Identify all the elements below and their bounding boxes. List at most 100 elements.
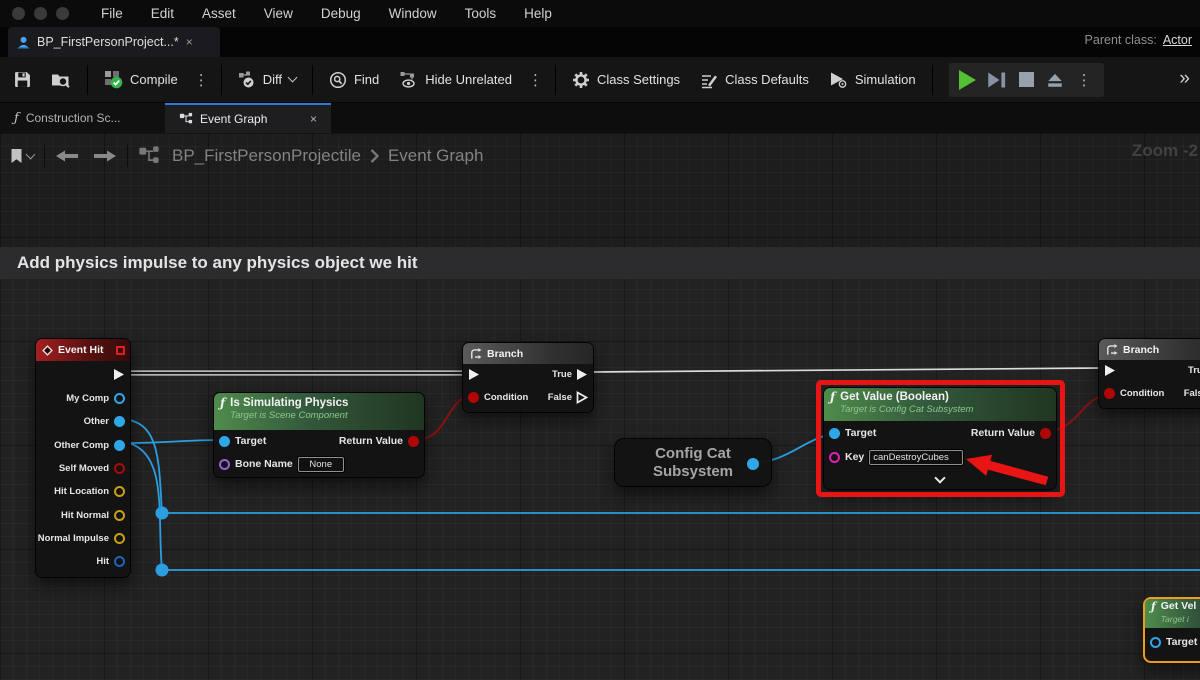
bookmark-dropdown-icon[interactable] (26, 149, 36, 159)
pin-label: True (1188, 365, 1200, 376)
node-config-cat-subsystem[interactable]: Config Cat Subsystem (614, 438, 772, 487)
exec-in-pin[interactable] (1104, 364, 1116, 377)
menu-debug[interactable]: Debug (307, 0, 375, 27)
node-is-simulating-physics[interactable]: ƒ Is Simulating Physics Target is Scene … (213, 392, 425, 478)
pin-target[interactable] (219, 436, 230, 447)
play-controls: ⋮ (949, 63, 1104, 97)
asset-tab-close-icon[interactable]: × (186, 35, 193, 49)
class-settings-label: Class Settings (597, 72, 680, 87)
diff-button[interactable]: Diff (228, 57, 306, 103)
browse-button[interactable] (41, 57, 81, 103)
pin-other-comp[interactable] (114, 440, 125, 451)
pin-self-moved[interactable] (114, 463, 125, 474)
exec-false-pin[interactable] (576, 391, 588, 404)
pin-bone-name[interactable] (219, 459, 230, 470)
node-event-hit[interactable]: Event Hit My Comp Other Other Comp Self … (35, 338, 131, 578)
breadcrumb-separator-icon (369, 147, 380, 165)
pin-condition[interactable] (468, 392, 479, 403)
reroute-node[interactable] (156, 564, 169, 577)
find-button[interactable]: Find (319, 57, 389, 103)
delegate-pin[interactable] (116, 346, 125, 355)
frame-skip-button[interactable] (987, 70, 1007, 90)
menu-view[interactable]: View (250, 0, 307, 27)
node-get-velocity[interactable]: ƒ Get Vel Target i Target (1143, 597, 1200, 663)
asset-tab[interactable]: BP_FirstPersonProject...* × (8, 27, 220, 57)
compile-options-button[interactable]: ⋮ (188, 71, 215, 89)
pin-hit-normal[interactable] (114, 510, 125, 521)
simulation-button[interactable]: Simulation (819, 57, 926, 103)
play-button[interactable] (959, 70, 976, 90)
pin-target[interactable] (1150, 637, 1161, 648)
blueprint-icon (16, 35, 31, 50)
function-icon: ƒ (1151, 600, 1156, 613)
menu-tools[interactable]: Tools (451, 0, 511, 27)
compile-label: Compile (130, 72, 178, 87)
pin-normal-impulse[interactable] (114, 533, 125, 544)
tab-event-graph[interactable]: Event Graph × (165, 103, 331, 133)
toolbar-overflow-button[interactable]: » (1179, 68, 1190, 90)
menu-window[interactable]: Window (375, 0, 451, 27)
pin-label: Hit Location (54, 486, 109, 497)
node-title: Branch (1123, 344, 1159, 356)
pin-label: Self Moved (59, 463, 109, 474)
pin-label: Normal Impulse (38, 533, 109, 544)
event-graph-tab-label: Event Graph (200, 112, 267, 126)
window-zoom-button[interactable] (56, 7, 69, 20)
pin-label: True (552, 369, 572, 380)
menu-help[interactable]: Help (510, 0, 566, 27)
parent-class-link[interactable]: Actor (1163, 33, 1192, 47)
node-branch-2[interactable]: Branch True Condition False (1098, 338, 1200, 409)
stop-button[interactable] (1019, 72, 1034, 87)
window-close-button[interactable] (12, 7, 25, 20)
pin-label: False (548, 392, 572, 403)
hide-unrelated-button[interactable]: Hide Unrelated (389, 57, 522, 103)
node-title-line2: Subsystem (653, 463, 733, 481)
hide-unrelated-options-button[interactable]: ⋮ (522, 71, 549, 89)
menu-file[interactable]: File (87, 0, 137, 27)
node-branch-1[interactable]: Branch True Condition False (462, 342, 594, 413)
class-defaults-label: Class Defaults (725, 72, 809, 87)
bone-name-input[interactable] (298, 457, 344, 472)
browse-icon (51, 71, 71, 88)
node-subtitle: Target i (1161, 614, 1197, 625)
exec-out-pin[interactable] (113, 368, 125, 381)
menu-asset[interactable]: Asset (188, 0, 250, 27)
pin-other[interactable] (114, 416, 125, 427)
graph-icon (138, 145, 160, 167)
pin-condition[interactable] (1104, 388, 1115, 399)
hide-unrelated-icon (399, 71, 418, 89)
compile-icon (104, 70, 123, 89)
window-minimize-button[interactable] (34, 7, 47, 20)
compile-button[interactable]: Compile (94, 57, 188, 103)
tab-construction-script[interactable]: ƒ Construction Sc... (0, 103, 165, 133)
breadcrumb-asset[interactable]: BP_FirstPersonProjectile (172, 146, 361, 166)
exec-in-pin[interactable] (468, 368, 480, 381)
eject-button[interactable] (1046, 71, 1064, 89)
pin-return-value[interactable] (408, 436, 419, 447)
class-defaults-button[interactable]: Class Defaults (690, 57, 819, 103)
node-title: Event Hit (58, 344, 104, 356)
save-button[interactable] (0, 57, 41, 103)
pin-my-comp[interactable] (114, 393, 125, 404)
play-options-button[interactable]: ⋮ (1071, 71, 1098, 89)
exec-true-pin[interactable] (576, 368, 588, 381)
diff-icon (238, 71, 256, 89)
back-arrow-icon[interactable] (55, 149, 79, 163)
class-settings-button[interactable]: Class Settings (562, 57, 690, 103)
forward-arrow-icon[interactable] (93, 149, 117, 163)
event-icon (42, 345, 53, 356)
pin-hit[interactable] (114, 556, 125, 567)
parent-class-label: Parent class: (1085, 33, 1157, 47)
diff-label: Diff (263, 72, 282, 87)
pin-hit-location[interactable] (114, 486, 125, 497)
pin-subsystem-out[interactable] (747, 458, 759, 470)
function-icon: ƒ (220, 396, 225, 410)
find-icon (329, 71, 347, 89)
pin-label: Return Value (339, 435, 403, 447)
bookmark-icon[interactable] (10, 148, 23, 164)
event-graph-tab-close-icon[interactable]: × (310, 112, 317, 126)
reroute-node[interactable] (156, 507, 169, 520)
menu-edit[interactable]: Edit (137, 0, 188, 27)
highlight-rectangle (816, 380, 1065, 497)
construction-tab-label: Construction Sc... (26, 111, 121, 125)
